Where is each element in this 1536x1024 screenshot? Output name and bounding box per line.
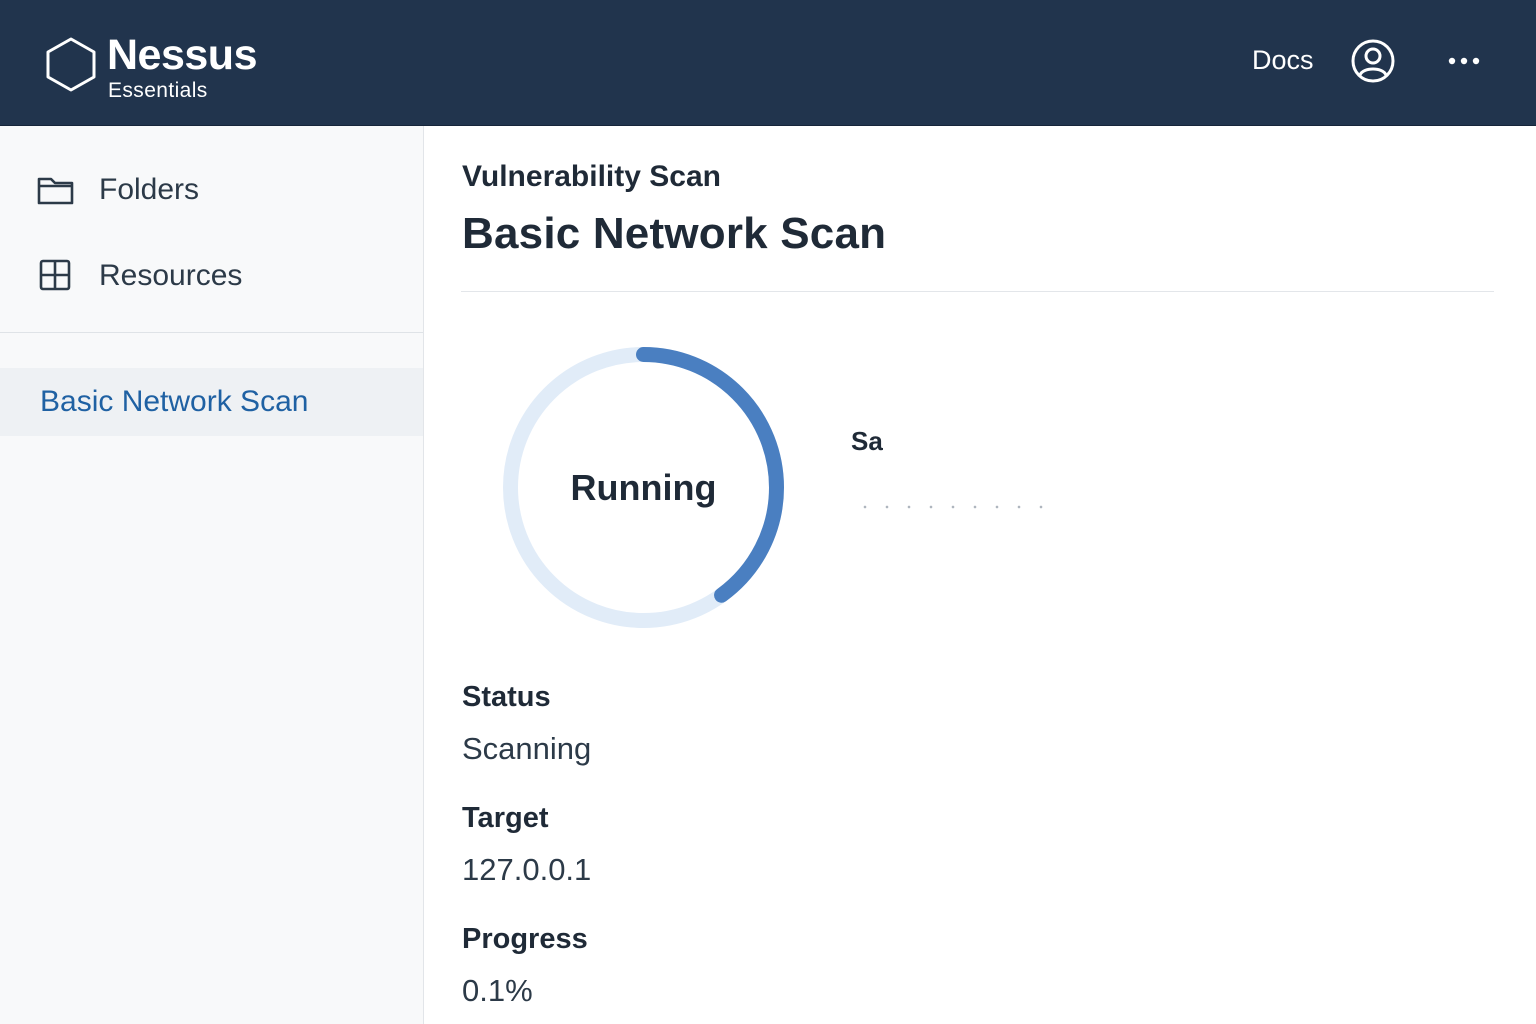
hexagon-logo-icon bbox=[46, 37, 96, 92]
sidebar-item-label: Folders bbox=[99, 173, 200, 206]
folder-icon bbox=[37, 177, 74, 205]
title-divider bbox=[461, 291, 1494, 292]
page-title: Basic Network Scan bbox=[462, 209, 887, 258]
brand-subtitle: Essentials bbox=[108, 79, 208, 102]
target-label: Target bbox=[462, 802, 549, 834]
sidebar-item-folders[interactable]: Folders bbox=[0, 158, 423, 222]
ring-status-label: Running bbox=[570, 466, 717, 508]
sidebar-item-label: Resources bbox=[99, 259, 243, 292]
user-circle-icon[interactable] bbox=[1350, 38, 1396, 84]
target-value: 127.0.0.1 bbox=[462, 852, 592, 887]
sidebar-divider bbox=[0, 332, 423, 333]
scan-details-placeholder bbox=[854, 503, 1054, 511]
grid-icon bbox=[39, 259, 71, 291]
scan-details-heading: Sa bbox=[851, 428, 883, 454]
main-content: Vulnerability Scan Basic Network Scan Ru… bbox=[424, 126, 1536, 1024]
brand-name: Nessus bbox=[107, 31, 257, 79]
docs-link[interactable]: Docs bbox=[1252, 47, 1314, 74]
status-label: Status bbox=[462, 681, 551, 713]
progress-label: Progress bbox=[462, 923, 588, 955]
scan-progress-ring: Running bbox=[502, 346, 785, 629]
more-horizontal-icon[interactable] bbox=[1444, 48, 1484, 74]
sidebar: Folders Resources Basic Network Scan bbox=[0, 126, 424, 1024]
status-value: Scanning bbox=[462, 731, 592, 766]
scan-type-label: Vulnerability Scan bbox=[462, 160, 721, 193]
top-bar: Nessus Essentials Docs bbox=[0, 0, 1536, 126]
sidebar-item-resources[interactable]: Resources bbox=[0, 244, 423, 308]
progress-value: 0.1% bbox=[462, 973, 533, 1008]
sidebar-item-basic-network-scan[interactable]: Basic Network Scan bbox=[0, 368, 423, 436]
sidebar-scan-label: Basic Network Scan bbox=[40, 385, 309, 418]
